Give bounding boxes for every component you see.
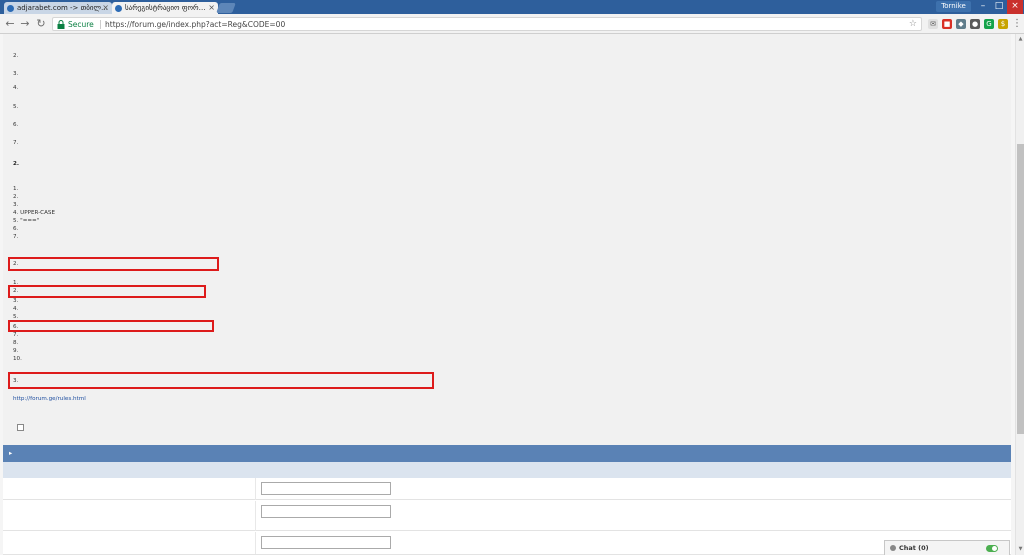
chat-label: Chat (0) (899, 544, 929, 552)
reload-icon[interactable]: ↻ (34, 17, 48, 31)
rules-line: 6. (13, 122, 19, 128)
rules-line: 3. (13, 71, 19, 77)
rules-line: 7. (13, 234, 19, 240)
form-row-password (3, 501, 1011, 531)
tab-adjarabet[interactable]: adjarabet.com -> თბილ… × (4, 2, 112, 14)
agree-checkbox[interactable] (17, 424, 24, 431)
rules-line: 5. "===" (13, 218, 40, 224)
form-row-password-confirm (3, 532, 1011, 555)
tab-registration[interactable]: სარეგისტრაციო ფორ… × (112, 2, 218, 14)
highlight-box (8, 257, 219, 271)
registration-form: ▸ (3, 445, 1011, 555)
shield-icon[interactable]: ● (970, 19, 980, 29)
username-input[interactable] (261, 482, 391, 495)
extension-icon[interactable]: ◆ (956, 19, 966, 29)
highlight-box (8, 372, 434, 389)
rules-line: 5. (13, 104, 19, 110)
browser-menu-icon[interactable]: ⋮ (1012, 17, 1022, 31)
lock-icon (57, 20, 65, 29)
password-input[interactable] (261, 505, 391, 518)
column-divider (255, 532, 256, 554)
bookmark-star-icon[interactable]: ☆ (909, 18, 917, 31)
adblock-icon[interactable]: ■ (942, 19, 952, 29)
maximize-icon[interactable]: □ (991, 0, 1007, 14)
rules-line: 8. (13, 340, 19, 346)
highlight-box (8, 320, 214, 332)
url-text[interactable]: https://forum.ge/index.php?act=Reg&CODE=… (105, 18, 285, 31)
form-header: ▸ (3, 445, 1011, 462)
tab-title: adjarabet.com -> თბილ… (17, 4, 108, 12)
minimize-icon[interactable]: – (975, 0, 991, 14)
grammarly-icon[interactable]: G (984, 19, 994, 29)
scroll-up-icon[interactable]: ▲ (1017, 35, 1024, 43)
rules-line: 9. (13, 348, 19, 354)
highlight-box (8, 285, 206, 298)
browser-toolbar: ← → ↻ Secure https://forum.ge/index.php?… (0, 14, 1024, 34)
forum-favicon-icon (7, 5, 14, 12)
tab-title: სარეგისტრაციო ფორ… (125, 4, 206, 12)
collapse-icon[interactable]: ▸ (9, 449, 12, 457)
rules-line: 4. (13, 306, 19, 312)
close-window-icon[interactable]: × (1007, 0, 1023, 14)
scrollbar-thumb[interactable] (1017, 144, 1024, 434)
secure-label: Secure (68, 20, 94, 29)
rules-line: 3. (13, 202, 19, 208)
back-icon[interactable]: ← (3, 17, 17, 31)
forum-favicon-icon (115, 5, 122, 12)
rules-link[interactable]: http://forum.ge/rules.html (13, 396, 86, 403)
column-divider (255, 501, 256, 531)
mail-icon[interactable]: ✉ (928, 19, 938, 29)
password-confirm-input[interactable] (261, 536, 391, 549)
rules-line: 10. (13, 356, 22, 362)
rules-panel: 2. 3. 4. 5. 6. 7. 2. 1. 2. 3. 4. UPPER-C… (3, 34, 1011, 455)
scroll-down-icon[interactable]: ▼ (1017, 545, 1024, 553)
profile-button[interactable]: Tornike (936, 1, 971, 12)
close-tab-icon[interactable]: × (208, 2, 215, 14)
address-bar[interactable]: Secure https://forum.ge/index.php?act=Re… (52, 17, 922, 31)
rules-line: 2. (13, 53, 19, 59)
rules-line: 7. (13, 140, 19, 146)
chat-toggle[interactable] (986, 545, 998, 552)
close-tab-icon[interactable]: × (102, 2, 109, 14)
chat-icon (890, 545, 896, 551)
agree-rules-row (13, 424, 24, 433)
column-divider (255, 478, 256, 500)
forward-icon[interactable]: → (18, 17, 32, 31)
browser-tab-strip: adjarabet.com -> თბილ… × სარეგისტრაციო ფ… (0, 0, 1024, 14)
chat-widget[interactable]: Chat (0) (884, 540, 1010, 555)
page-scrollbar[interactable]: ▲ ▼ (1015, 34, 1024, 555)
rules-line: 2. (13, 194, 19, 200)
rules-line: 4. UPPER-CASE (13, 210, 55, 216)
url-separator (100, 20, 101, 29)
coin-icon[interactable]: $ (998, 19, 1008, 29)
rules-line: 7. (13, 332, 19, 338)
rules-line: 3. (13, 298, 19, 304)
new-tab-button[interactable] (216, 3, 236, 13)
page-content: 2. 3. 4. 5. 6. 7. 2. 1. 2. 3. 4. UPPER-C… (0, 34, 1015, 555)
form-subheader (3, 462, 1011, 478)
rules-line: 6. (13, 226, 19, 232)
rules-line: 4. (13, 85, 19, 91)
rules-line: 1. (13, 186, 19, 192)
form-row-username (3, 478, 1011, 500)
rules-section-heading: 2. (13, 161, 20, 167)
